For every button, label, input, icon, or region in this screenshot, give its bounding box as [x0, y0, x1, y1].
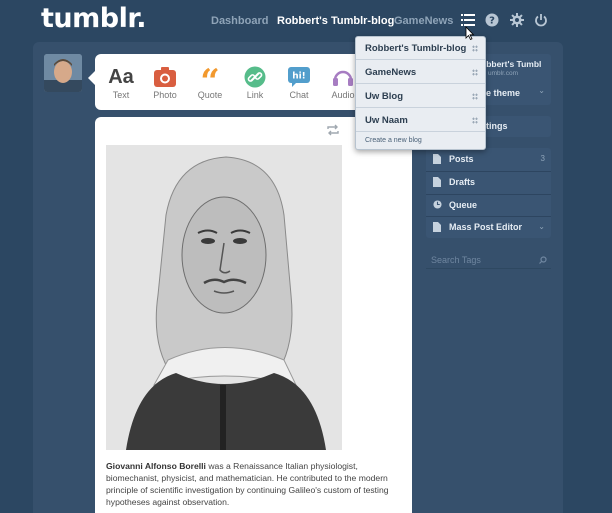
chevron-down-icon[interactable]: ⌄ — [538, 86, 545, 95]
reblog-icon[interactable] — [326, 124, 340, 136]
post-type-link[interactable]: Link — [233, 64, 277, 100]
blog-switcher-dropdown: Robbert's Tumblr-blog GameNews Uw Blog U… — [355, 36, 486, 150]
chevron-down-icon[interactable]: ⌄ — [538, 222, 545, 231]
sidebar-item-label: Mass Post Editor — [449, 222, 523, 232]
gear-icon[interactable] — [510, 13, 524, 27]
customize-theme-link[interactable]: e theme — [486, 88, 520, 98]
settings-link[interactable]: tings — [486, 121, 508, 131]
dropdown-item-label: Robbert's Tumblr-blog — [365, 43, 467, 54]
camera-icon — [143, 64, 187, 90]
post-caption: Giovanni Alfonso Borelli was a Renaissan… — [106, 460, 406, 508]
post-type-quote[interactable]: “ Quote — [188, 64, 232, 100]
create-new-blog-link[interactable]: Create a new blog — [365, 137, 422, 144]
dropdown-item-uw-blog[interactable]: Uw Blog — [356, 85, 485, 108]
avatar[interactable] — [44, 54, 82, 92]
help-icon[interactable]: ? — [485, 13, 499, 27]
post-type-label: Chat — [289, 90, 309, 100]
power-icon[interactable] — [534, 13, 548, 27]
sidebar-blog-name: obbert's Tumbl — [481, 59, 542, 69]
drag-handle-icon[interactable] — [472, 45, 478, 52]
post-type-label: Quote — [197, 90, 223, 100]
caption-name[interactable]: Giovanni Alfonso Borelli — [106, 461, 206, 471]
post-type-chat[interactable]: hi! Chat — [277, 64, 321, 100]
sidebar-item-label: Queue — [449, 200, 478, 210]
chat-icon: hi! — [277, 64, 321, 90]
portrait-engraving — [106, 145, 342, 450]
dropdown-item-gamenews[interactable]: GameNews — [356, 61, 485, 84]
quote-icon: “ — [200, 62, 220, 102]
sidebar-item-queue[interactable]: Queue — [426, 195, 551, 217]
sidebar-item-mass-post-editor[interactable]: Mass Post Editor ⌄ — [426, 217, 551, 239]
svg-text:?: ? — [489, 16, 495, 27]
sidebar-item-label: Drafts — [449, 177, 476, 187]
post-type-label: Text — [112, 90, 130, 100]
avatar-photo — [44, 54, 82, 92]
nav-blog-robbert[interactable]: Robbert's Tumblr-blog — [277, 15, 394, 27]
posts-count: 3 — [540, 154, 545, 163]
nav-dashboard[interactable]: Dashboard — [211, 15, 268, 27]
list-icon[interactable] — [461, 13, 475, 27]
post-type-label: Photo — [153, 90, 177, 100]
top-bar: tumblr. Dashboard Robbert's Tumblr-blog … — [0, 0, 612, 44]
drag-handle-icon[interactable] — [472, 69, 478, 76]
dropdown-item-label: Uw Naam — [365, 115, 408, 126]
drag-handle-icon[interactable] — [472, 117, 478, 124]
sidebar-blog-url: umblr.com — [488, 70, 518, 77]
document-icon — [433, 222, 441, 232]
post-type-photo[interactable]: Photo — [143, 64, 187, 100]
mouse-cursor-icon — [465, 26, 475, 40]
link-icon — [233, 64, 277, 90]
dropdown-item-uw-naam[interactable]: Uw Naam — [356, 109, 485, 132]
text-icon: Aa — [108, 65, 134, 88]
tumblr-logo[interactable]: tumblr. — [41, 3, 147, 34]
search-tags-input[interactable]: Search Tags — [426, 251, 551, 269]
svg-text:hi!: hi! — [292, 72, 306, 82]
search-icon[interactable] — [539, 256, 547, 264]
clock-icon — [433, 200, 442, 209]
sidebar-item-label: Posts — [449, 154, 474, 164]
sidebar-item-posts[interactable]: Posts 3 — [426, 149, 551, 171]
post-type-label: Link — [246, 90, 264, 100]
dropdown-item-label: Uw Blog — [365, 91, 403, 102]
sidebar-item-drafts[interactable]: Drafts — [426, 172, 551, 194]
document-icon — [433, 177, 441, 187]
post-type-text[interactable]: Aa Text — [99, 64, 143, 101]
dropdown-item-label: GameNews — [365, 67, 417, 78]
dropdown-item-robberts-blog[interactable]: Robbert's Tumblr-blog — [356, 37, 485, 60]
search-tags-placeholder: Search Tags — [431, 255, 481, 265]
post-photo[interactable] — [106, 145, 342, 450]
drag-handle-icon[interactable] — [472, 93, 478, 100]
document-icon — [433, 154, 441, 164]
nav-gamenews[interactable]: GameNews — [394, 15, 453, 27]
